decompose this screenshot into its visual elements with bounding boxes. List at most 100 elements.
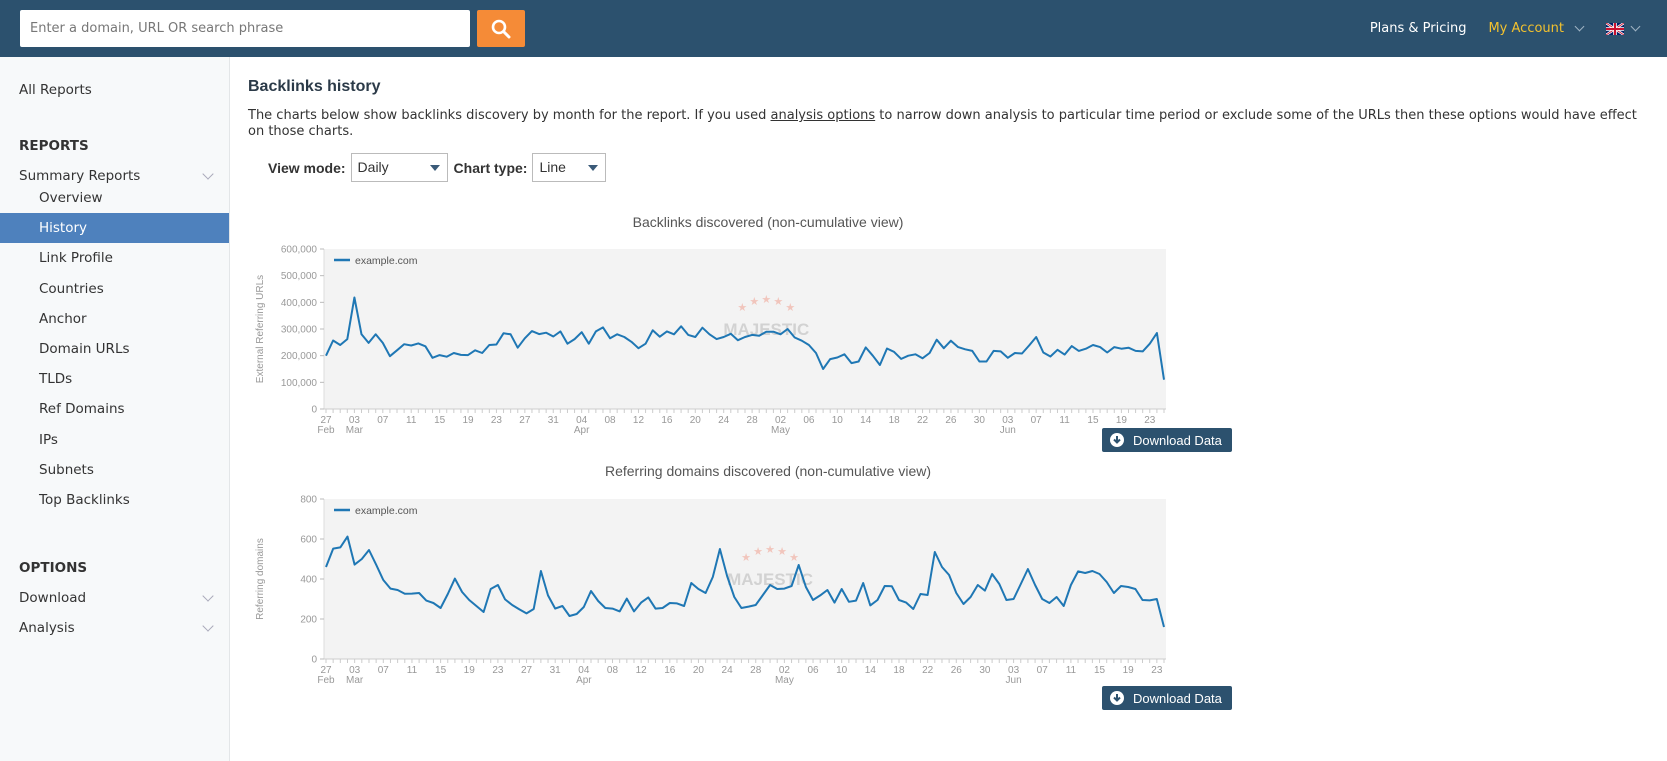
y-tick-label: 0 <box>311 405 317 416</box>
star-icon: ★ <box>749 295 759 308</box>
x-tick-label: 06 <box>803 415 815 426</box>
star-icon: ★ <box>785 301 795 314</box>
watermark-text: MAJESTIC <box>723 320 809 339</box>
x-tick-month-label: Mar <box>346 425 364 436</box>
x-tick-label: 19 <box>1123 665 1135 676</box>
y-tick-label: 600 <box>300 535 317 546</box>
analysis-options-link[interactable]: analysis options <box>771 108 876 123</box>
x-tick-label: 28 <box>747 415 759 426</box>
sidebar-item-link-profile[interactable]: Link Profile <box>0 243 229 273</box>
x-tick-label: 12 <box>633 415 645 426</box>
x-tick-label: 14 <box>860 415 872 426</box>
star-icon: ★ <box>777 545 787 558</box>
sidebar-summary-reports[interactable]: Summary Reports <box>19 168 214 184</box>
y-tick-label: 0 <box>311 655 317 666</box>
x-tick-label: 20 <box>690 415 702 426</box>
y-tick-label: 400,000 <box>281 298 318 309</box>
x-tick-month-label: Jun <box>1006 675 1022 686</box>
sidebar-item-top-backlinks[interactable]: Top Backlinks <box>0 485 229 515</box>
sidebar-item-anchor[interactable]: Anchor <box>0 304 229 334</box>
analysis-label: Analysis <box>19 620 75 636</box>
x-tick-label: 26 <box>951 665 963 676</box>
x-tick-label: 11 <box>1059 415 1070 426</box>
download-label: Download <box>19 590 87 606</box>
x-tick-label: 31 <box>550 665 562 676</box>
my-account-label: My Account <box>1488 21 1564 36</box>
legend-label: example.com <box>355 505 418 517</box>
chart-controls: View mode: Daily Chart type: Line <box>268 153 612 182</box>
x-tick-label: 12 <box>636 665 648 676</box>
sidebar-item-countries[interactable]: Countries <box>0 274 229 304</box>
x-tick-label: 15 <box>434 415 446 426</box>
x-tick-label: 18 <box>889 415 901 426</box>
download-icon <box>1110 691 1124 705</box>
chevron-down-icon <box>1630 21 1641 32</box>
sidebar-all-reports[interactable]: All Reports <box>19 82 92 98</box>
x-tick-label: 16 <box>661 415 673 426</box>
x-tick-label: 22 <box>922 665 934 676</box>
x-tick-label: 15 <box>435 665 447 676</box>
x-tick-label: 15 <box>1087 415 1099 426</box>
x-tick-label: 19 <box>1116 415 1128 426</box>
sidebar-download[interactable]: Download <box>19 590 214 606</box>
plans-pricing-link[interactable]: Plans & Pricing <box>1370 21 1467 36</box>
x-tick-label: 23 <box>492 665 504 676</box>
x-tick-label: 10 <box>832 415 844 426</box>
download-data-label: Download Data <box>1133 690 1222 706</box>
x-tick-label: 07 <box>1037 665 1049 676</box>
sidebar-item-subnets[interactable]: Subnets <box>0 455 229 485</box>
x-tick-label: 22 <box>917 415 929 426</box>
reports-heading: REPORTS <box>19 138 89 154</box>
x-tick-label: 07 <box>377 415 389 426</box>
y-tick-label: 100,000 <box>281 378 318 389</box>
x-tick-label: 10 <box>836 665 848 676</box>
y-axis-label: Referring domains <box>255 538 266 620</box>
sidebar-item-tlds[interactable]: TLDs <box>0 364 229 394</box>
star-icon: ★ <box>737 301 747 314</box>
star-icon: ★ <box>773 295 783 308</box>
view-mode-select[interactable]: Daily <box>350 153 448 182</box>
sidebar-item-overview[interactable]: Overview <box>0 183 229 213</box>
x-tick-label: 19 <box>462 415 474 426</box>
view-mode-label: View mode: <box>268 159 346 176</box>
sidebar-item-domain-urls[interactable]: Domain URLs <box>0 334 229 364</box>
star-icon: ★ <box>741 551 751 564</box>
search-input[interactable] <box>20 10 470 47</box>
x-tick-month-label: Apr <box>574 425 590 436</box>
sidebar-item-history[interactable]: History <box>0 213 229 244</box>
sidebar: All Reports REPORTS Summary Reports Over… <box>0 57 230 761</box>
x-tick-label: 23 <box>491 415 503 426</box>
star-icon: ★ <box>789 551 799 564</box>
chevron-down-icon <box>202 620 214 632</box>
x-tick-label: 23 <box>1144 415 1156 426</box>
x-tick-label: 11 <box>1066 665 1077 676</box>
x-tick-month-label: Jun <box>1000 425 1016 436</box>
download-data-button[interactable]: Download Data <box>1102 686 1232 710</box>
download-data-button[interactable]: Download Data <box>1102 428 1232 452</box>
x-tick-label: 31 <box>548 415 560 426</box>
x-tick-label: 30 <box>979 665 991 676</box>
x-tick-label: 15 <box>1094 665 1106 676</box>
sidebar-analysis[interactable]: Analysis <box>19 620 214 636</box>
chart-type-value: Line <box>539 159 566 175</box>
my-account-menu[interactable]: My Account <box>1488 21 1585 36</box>
x-tick-label: 18 <box>893 665 905 676</box>
y-tick-label: 200,000 <box>281 351 318 362</box>
x-tick-label: 23 <box>1151 665 1163 676</box>
language-selector[interactable] <box>1583 21 1641 35</box>
summary-reports-label: Summary Reports <box>19 168 141 184</box>
y-tick-label: 200 <box>300 615 317 626</box>
x-tick-label: 16 <box>664 665 676 676</box>
sidebar-item-ref-domains[interactable]: Ref Domains <box>0 394 229 424</box>
y-tick-label: 800 <box>300 495 317 506</box>
chart-type-select[interactable]: Line <box>532 153 607 182</box>
legend-label: example.com <box>355 255 418 267</box>
y-tick-label: 400 <box>300 575 317 586</box>
page-title: Backlinks history <box>248 78 381 95</box>
x-tick-label: 11 <box>407 665 418 676</box>
x-tick-month-label: May <box>771 425 790 436</box>
search-button[interactable] <box>477 10 525 47</box>
x-tick-label: 11 <box>406 415 417 426</box>
x-tick-month-label: Apr <box>576 675 592 686</box>
sidebar-item-ips[interactable]: IPs <box>0 425 229 455</box>
